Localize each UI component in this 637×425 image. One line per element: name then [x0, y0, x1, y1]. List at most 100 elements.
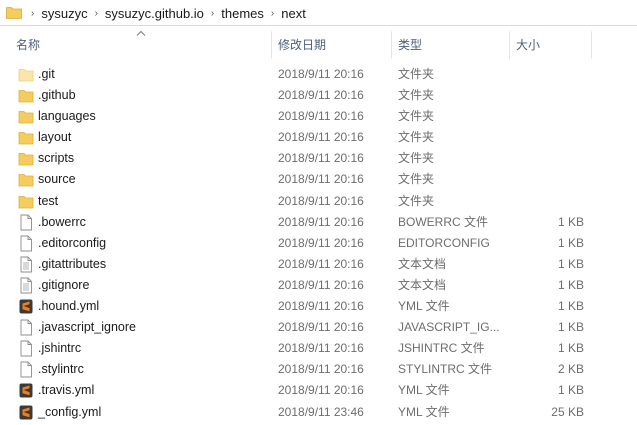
file-row-editorconfig[interactable]: .editorconfig 2018/9/11 20:16 EDITORCONFIG… — [0, 233, 637, 254]
file-row-javascript-ignore[interactable]: .javascript_ignore 2018/9/11 20:16 JAVASCR… — [0, 317, 637, 338]
file-date: 2018/9/11 20:16 — [278, 172, 364, 187]
file-row-gitattributes[interactable]: .gitattributes 2018/9/11 20:16 文本文档 1 KB — [0, 254, 637, 275]
file-size: 1 KB — [557, 341, 584, 356]
file-size — [520, 169, 584, 190]
file-name: scripts — [38, 151, 75, 166]
file-row-hound-yml[interactable]: .hound.yml 2018/9/11 20:16 YML 文件 1 KB — [0, 296, 637, 317]
breadcrumb-separator[interactable]: › — [31, 8, 34, 19]
file-row-scripts[interactable]: scripts 2018/9/11 20:16 文件夹 — [0, 148, 637, 169]
file-type: 文件夹 — [398, 130, 435, 145]
file-row-languages[interactable]: languages 2018/9/11 20:16 文件夹 — [0, 106, 637, 127]
folder-icon — [18, 129, 34, 146]
column-header-size-label: 大小 — [516, 38, 541, 52]
file-date: 2018/9/11 20:16 — [278, 362, 364, 377]
file-name: .stylintrc — [38, 362, 84, 377]
file-row-test[interactable]: test 2018/9/11 20:16 文件夹 — [0, 191, 637, 212]
file-name: .editorconfig — [38, 235, 107, 250]
breadcrumb-item-themes[interactable]: themes — [221, 6, 264, 21]
file-type: 文件夹 — [398, 109, 435, 124]
file-icon — [18, 214, 34, 231]
file-date: 2018/9/11 23:46 — [278, 404, 364, 419]
file-date: 2018/9/11 20:16 — [278, 193, 364, 208]
file-name: .gitignore — [38, 277, 90, 292]
file-list: .git 2018/9/11 20:16 文件夹 .github 2018/9/11 2… — [0, 64, 637, 423]
text-file-icon — [18, 256, 34, 273]
file-name: .bowerrc — [38, 214, 86, 229]
file-row-jshintrc[interactable]: .jshintrc 2018/9/11 20:16 JSHINTRC 文件 1 KB — [0, 338, 637, 359]
file-size: 1 KB — [557, 256, 584, 271]
file-icon — [18, 340, 34, 357]
file-name: .javascript_ignore — [38, 320, 136, 335]
file-name: .hound.yml — [38, 299, 100, 314]
file-row-source[interactable]: source 2018/9/11 20:16 文件夹 — [0, 169, 637, 190]
file-date: 2018/9/11 20:16 — [278, 130, 364, 145]
file-size: 1 KB — [557, 277, 584, 292]
file-size — [520, 191, 584, 212]
file-type: 文件夹 — [398, 172, 435, 187]
folder-icon — [18, 171, 34, 188]
file-type: BOWERRC 文件 — [398, 214, 489, 229]
file-size — [520, 127, 584, 148]
file-size — [520, 148, 584, 169]
file-type: JAVASCRIPT_IG... — [398, 320, 500, 335]
column-header-row: 名称 修改日期 类型 大小 — [0, 27, 637, 60]
file-icon — [18, 361, 34, 378]
column-header-date[interactable]: 修改日期 — [272, 27, 392, 60]
file-type: 文本文档 — [398, 277, 447, 292]
address-bar[interactable]: › sysuzyc › sysuzyc.github.io › themes ›… — [0, 0, 637, 26]
file-row-travis-yml[interactable]: .travis.yml 2018/9/11 20:16 YML 文件 1 KB — [0, 380, 637, 401]
breadcrumb-separator[interactable]: › — [95, 8, 98, 19]
breadcrumb-separator[interactable]: › — [271, 8, 274, 19]
file-type: EDITORCONFIG — [398, 235, 490, 250]
folder-light-icon — [18, 66, 34, 83]
column-header-type-label: 类型 — [398, 38, 423, 52]
file-size — [520, 85, 584, 106]
file-date: 2018/9/11 20:16 — [278, 214, 364, 229]
file-row-stylintrc[interactable]: .stylintrc 2018/9/11 20:16 STYLINTRC 文件 2 K… — [0, 359, 637, 380]
column-header-date-label: 修改日期 — [278, 38, 327, 52]
file-type: 文件夹 — [398, 151, 435, 166]
file-date: 2018/9/11 20:16 — [278, 67, 364, 81]
file-date: 2018/9/11 20:16 — [278, 109, 364, 124]
file-size — [520, 64, 584, 85]
file-name: .gitattributes — [38, 256, 107, 271]
file-name: .jshintrc — [38, 341, 82, 356]
file-name: .travis.yml — [38, 383, 95, 398]
file-name: layout — [38, 130, 72, 145]
file-size: 1 KB — [557, 320, 584, 335]
file-date: 2018/9/11 20:16 — [278, 383, 364, 398]
file-size: 1 KB — [557, 214, 584, 229]
file-date: 2018/9/11 20:16 — [278, 256, 364, 271]
column-header-type[interactable]: 类型 — [392, 27, 510, 60]
file-row-gitignore[interactable]: .gitignore 2018/9/11 20:16 文本文档 1 KB — [0, 275, 637, 296]
file-name: .github — [38, 88, 76, 103]
file-size: 1 KB — [557, 235, 584, 250]
file-row-layout[interactable]: layout 2018/9/11 20:16 文件夹 — [0, 127, 637, 148]
column-header-name-label: 名称 — [16, 38, 41, 52]
file-size: 1 KB — [557, 299, 584, 314]
file-icon — [18, 235, 34, 252]
file-size — [520, 106, 584, 127]
breadcrumb-item-sysuzyc[interactable]: sysuzyc — [41, 6, 87, 21]
breadcrumb-item-next[interactable]: next — [281, 6, 306, 21]
folder-icon — [18, 150, 34, 167]
column-header-size[interactable]: 大小 — [510, 27, 592, 60]
file-row-git[interactable]: .git 2018/9/11 20:16 文件夹 — [0, 64, 637, 85]
breadcrumb-separator[interactable]: › — [211, 8, 214, 19]
folder-icon — [18, 193, 34, 210]
file-date: 2018/9/11 20:16 — [278, 341, 364, 356]
file-icon — [18, 319, 34, 336]
file-row-github[interactable]: .github 2018/9/11 20:16 文件夹 — [0, 85, 637, 106]
file-size: 25 KB — [551, 404, 584, 419]
file-name: test — [38, 193, 59, 208]
file-type: 文件夹 — [398, 88, 435, 103]
column-header-name[interactable]: 名称 — [0, 27, 272, 60]
breadcrumb-item-repo[interactable]: sysuzyc.github.io — [105, 6, 204, 21]
file-row-bowerrc[interactable]: .bowerrc 2018/9/11 20:16 BOWERRC 文件 1 KB — [0, 212, 637, 233]
breadcrumb: › sysuzyc › sysuzyc.github.io › themes ›… — [24, 0, 306, 26]
text-file-icon — [18, 277, 34, 294]
file-name: languages — [38, 109, 96, 124]
file-row-config-yml[interactable]: _config.yml 2018/9/11 23:46 YML 文件 25 KB — [0, 402, 637, 423]
file-name: .git — [38, 67, 55, 81]
file-date: 2018/9/11 20:16 — [278, 88, 364, 103]
